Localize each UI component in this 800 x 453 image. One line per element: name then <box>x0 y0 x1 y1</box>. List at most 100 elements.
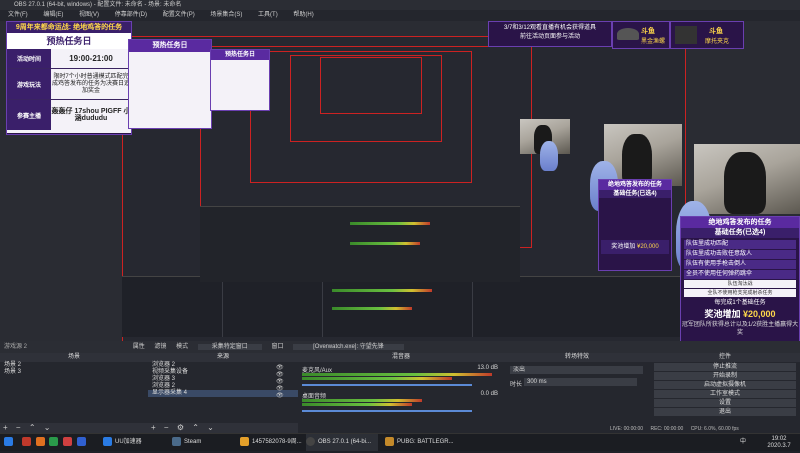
taskbar-pinned <box>22 434 89 451</box>
stop-stream-button[interactable]: 停止推流 <box>654 363 796 371</box>
app-icon[interactable] <box>22 436 31 446</box>
status-bar: LIVE: 00:00:00 REC: 00:00:00 CPU: 6.0%, … <box>610 425 800 433</box>
sources-header: 来源 <box>148 353 298 362</box>
mixer-meter <box>302 373 492 376</box>
task-panel-sub: 基础任务(已选4) <box>681 228 799 238</box>
steam-icon <box>172 436 181 446</box>
duration-label: 时长 <box>510 382 523 388</box>
toolbar-mode-select[interactable]: 采集特定窗口 <box>197 344 262 350</box>
taskbar-item[interactable]: Steam <box>172 434 234 451</box>
mixer-meter <box>302 399 422 402</box>
task-panel-large: 绝地鸡答发布的任务 基础任务(已选4) 队伍里成功匹配 队伍里成功击败任意敌人 … <box>680 216 800 341</box>
uu-accelerator-icon <box>103 436 112 446</box>
transition-dock: 转场特效 淡出 时长 300 ms <box>504 353 651 433</box>
cpu-status: CPU: 6.0%, 60.00 fps <box>690 426 739 432</box>
task-note: 每完成1个基础任务 <box>714 300 766 306</box>
menu-docks[interactable]: 停靠部件(D) <box>115 12 147 18</box>
taskbar-item[interactable]: 1457582078-9周... <box>240 434 305 451</box>
start-button[interactable] <box>4 434 16 451</box>
volume-slider[interactable] <box>302 384 472 386</box>
remove-source-button[interactable]: − <box>164 423 169 432</box>
volume-slider[interactable] <box>302 410 472 412</box>
toolbar-filters[interactable]: 滤镜 <box>154 344 166 350</box>
webcam-large <box>694 144 800 214</box>
add-scene-button[interactable]: + <box>3 423 8 432</box>
live-status: LIVE: 00:00:00 <box>610 426 644 432</box>
task-panel-mid: 绝地鸡答发布的任务 基础任务(已选4) 奖池增加 ¥20,000 <box>598 179 672 271</box>
mixer-header: 混音器 <box>298 353 504 362</box>
toolbar-window-label: 窗口 <box>271 344 284 350</box>
app-icon[interactable] <box>35 436 45 446</box>
obs-icon <box>306 436 315 446</box>
preview-canvas[interactable]: 9周年来都命运战: 绝地鸡答的任务 预热任务日 活动时间 19:00-21:00… <box>0 21 800 341</box>
rec-status: REC: 00:00:00 <box>650 426 684 432</box>
studio-mode-button[interactable]: 工作室模式 <box>654 390 796 398</box>
source-visibility-icons[interactable]: 👁 👁 👁 👁 👁 <box>276 365 294 400</box>
nested-overlay-2: 预热任务日 <box>210 49 270 111</box>
controls-header: 控件 <box>650 353 800 362</box>
toolbar-window-select[interactable]: [Overwatch.exe]: 守望先锋 <box>293 344 404 350</box>
scene-item[interactable]: 场景 2 <box>0 362 148 369</box>
move-up-icon[interactable]: ⌃ <box>192 423 199 432</box>
toolbar-properties[interactable]: 属性 <box>133 344 145 350</box>
transition-header: 转场特效 <box>504 353 650 362</box>
task-item: 全员不使用任何弹药跳伞 <box>684 270 796 279</box>
app-icon[interactable] <box>49 436 59 446</box>
taskbar-item[interactable]: PUBG: BATTLEGR... <box>385 434 455 451</box>
settings-button[interactable]: 设置 <box>654 399 796 407</box>
move-down-icon[interactable]: ⌄ <box>207 423 214 432</box>
event-title: 预热任务日 <box>7 33 131 49</box>
sources-dock: 来源 浏览器 2 视频采集设备 浏览器 3 浏览器 2 显示器采集 4 👁 👁 👁 👁… <box>148 353 299 433</box>
mascot-nested <box>540 141 558 171</box>
start-virtual-camera-button[interactable]: 启动虚拟摄像机 <box>654 381 796 389</box>
menu-scene-collection[interactable]: 场景集合(S) <box>210 12 242 18</box>
start-recording-button[interactable]: 开始录制 <box>654 372 796 380</box>
promo-banner: 3/7和3/12观看直播有机会获得道具 前往活动页面参与活动 <box>488 21 612 47</box>
source-toolbar: 游戏源 2 属性 滤镜 模式 采集特定窗口 窗口 [Overwatch.exe]… <box>0 341 800 353</box>
event-row-time: 活动时间 19:00-21:00 <box>7 49 131 69</box>
gear-icon[interactable]: ⚙ <box>177 423 184 432</box>
menu-edit[interactable]: 编辑(E) <box>43 12 63 18</box>
menu-help[interactable]: 帮助(H) <box>293 12 313 18</box>
task-item: 队伍里成功匹配 <box>684 240 796 249</box>
app-icon[interactable] <box>63 436 73 446</box>
file-icon <box>240 436 249 446</box>
task-panel-header: 绝地鸡答发布的任务 <box>681 217 799 228</box>
task-item: 队伍里成功击败任意敌人 <box>684 250 796 259</box>
toolbar-no-source: 游戏源 2 <box>4 344 28 350</box>
move-down-icon[interactable]: ⌄ <box>44 423 51 432</box>
exit-button[interactable]: 退出 <box>654 408 796 416</box>
menu-file[interactable]: 文件(F) <box>8 12 28 18</box>
taskbar: UU加速器 Steam 1457582078-9周... OBS 27.0.1 … <box>0 433 800 451</box>
menu-tools[interactable]: 工具(T) <box>258 12 278 18</box>
window-title: OBS 27.0.1 (64-bit, windows) - 配置文件: 未命名… <box>14 2 182 8</box>
clock[interactable]: 19:02 2020.3.7 <box>760 434 798 453</box>
mixer-track-db: 0.0 dB <box>480 391 498 397</box>
bonus-label: 奖池增加 <box>704 309 741 319</box>
task-foot: 冠军团队所获得总计以及1/2获胜主播赢得大奖 <box>681 322 799 336</box>
clock-time: 19:02 <box>771 436 787 442</box>
move-up-icon[interactable]: ⌃ <box>29 423 36 432</box>
menu-bar: 文件(F) 编辑(E) 视图(V) 停靠部件(D) 配置文件(P) 场景集合(S… <box>0 10 800 21</box>
windows-icon <box>4 436 13 446</box>
bonus-value: ¥20,000 <box>742 309 776 319</box>
transition-select[interactable]: 淡出 <box>510 366 643 374</box>
mixer-meter <box>302 403 412 406</box>
taskbar-item[interactable]: UU加速器 <box>103 434 165 451</box>
mixer-meter <box>302 377 452 380</box>
event-row-rules: 游戏玩法 限时7个小时普通模式匹配完成鸡答发布的任务为决赛日追加奖金 <box>7 69 131 100</box>
add-source-button[interactable]: + <box>151 423 156 432</box>
menu-view[interactable]: 视图(V) <box>79 12 99 18</box>
controls-dock: 控件 停止推流 开始录制 启动虚拟摄像机 工作室模式 设置 退出 <box>650 353 800 433</box>
nested-overlay-1: 预热任务日 <box>128 39 212 129</box>
remove-scene-button[interactable]: − <box>16 423 21 432</box>
task-extra: 队伍淘汰战 <box>684 280 796 288</box>
ime-indicator[interactable]: 中 <box>740 434 746 451</box>
taskbar-item-active[interactable]: OBS 27.0.1 (64-bi... <box>306 434 378 451</box>
menu-profile[interactable]: 配置文件(P) <box>163 12 195 18</box>
duration-input[interactable]: 300 ms <box>524 378 637 386</box>
app-icon[interactable] <box>76 436 86 446</box>
task-extra: 全队不使用枪支完成射杀任务 <box>684 289 796 297</box>
nested-obs-docks-2 <box>200 206 520 282</box>
scene-item[interactable]: 场景 3 <box>0 369 148 376</box>
